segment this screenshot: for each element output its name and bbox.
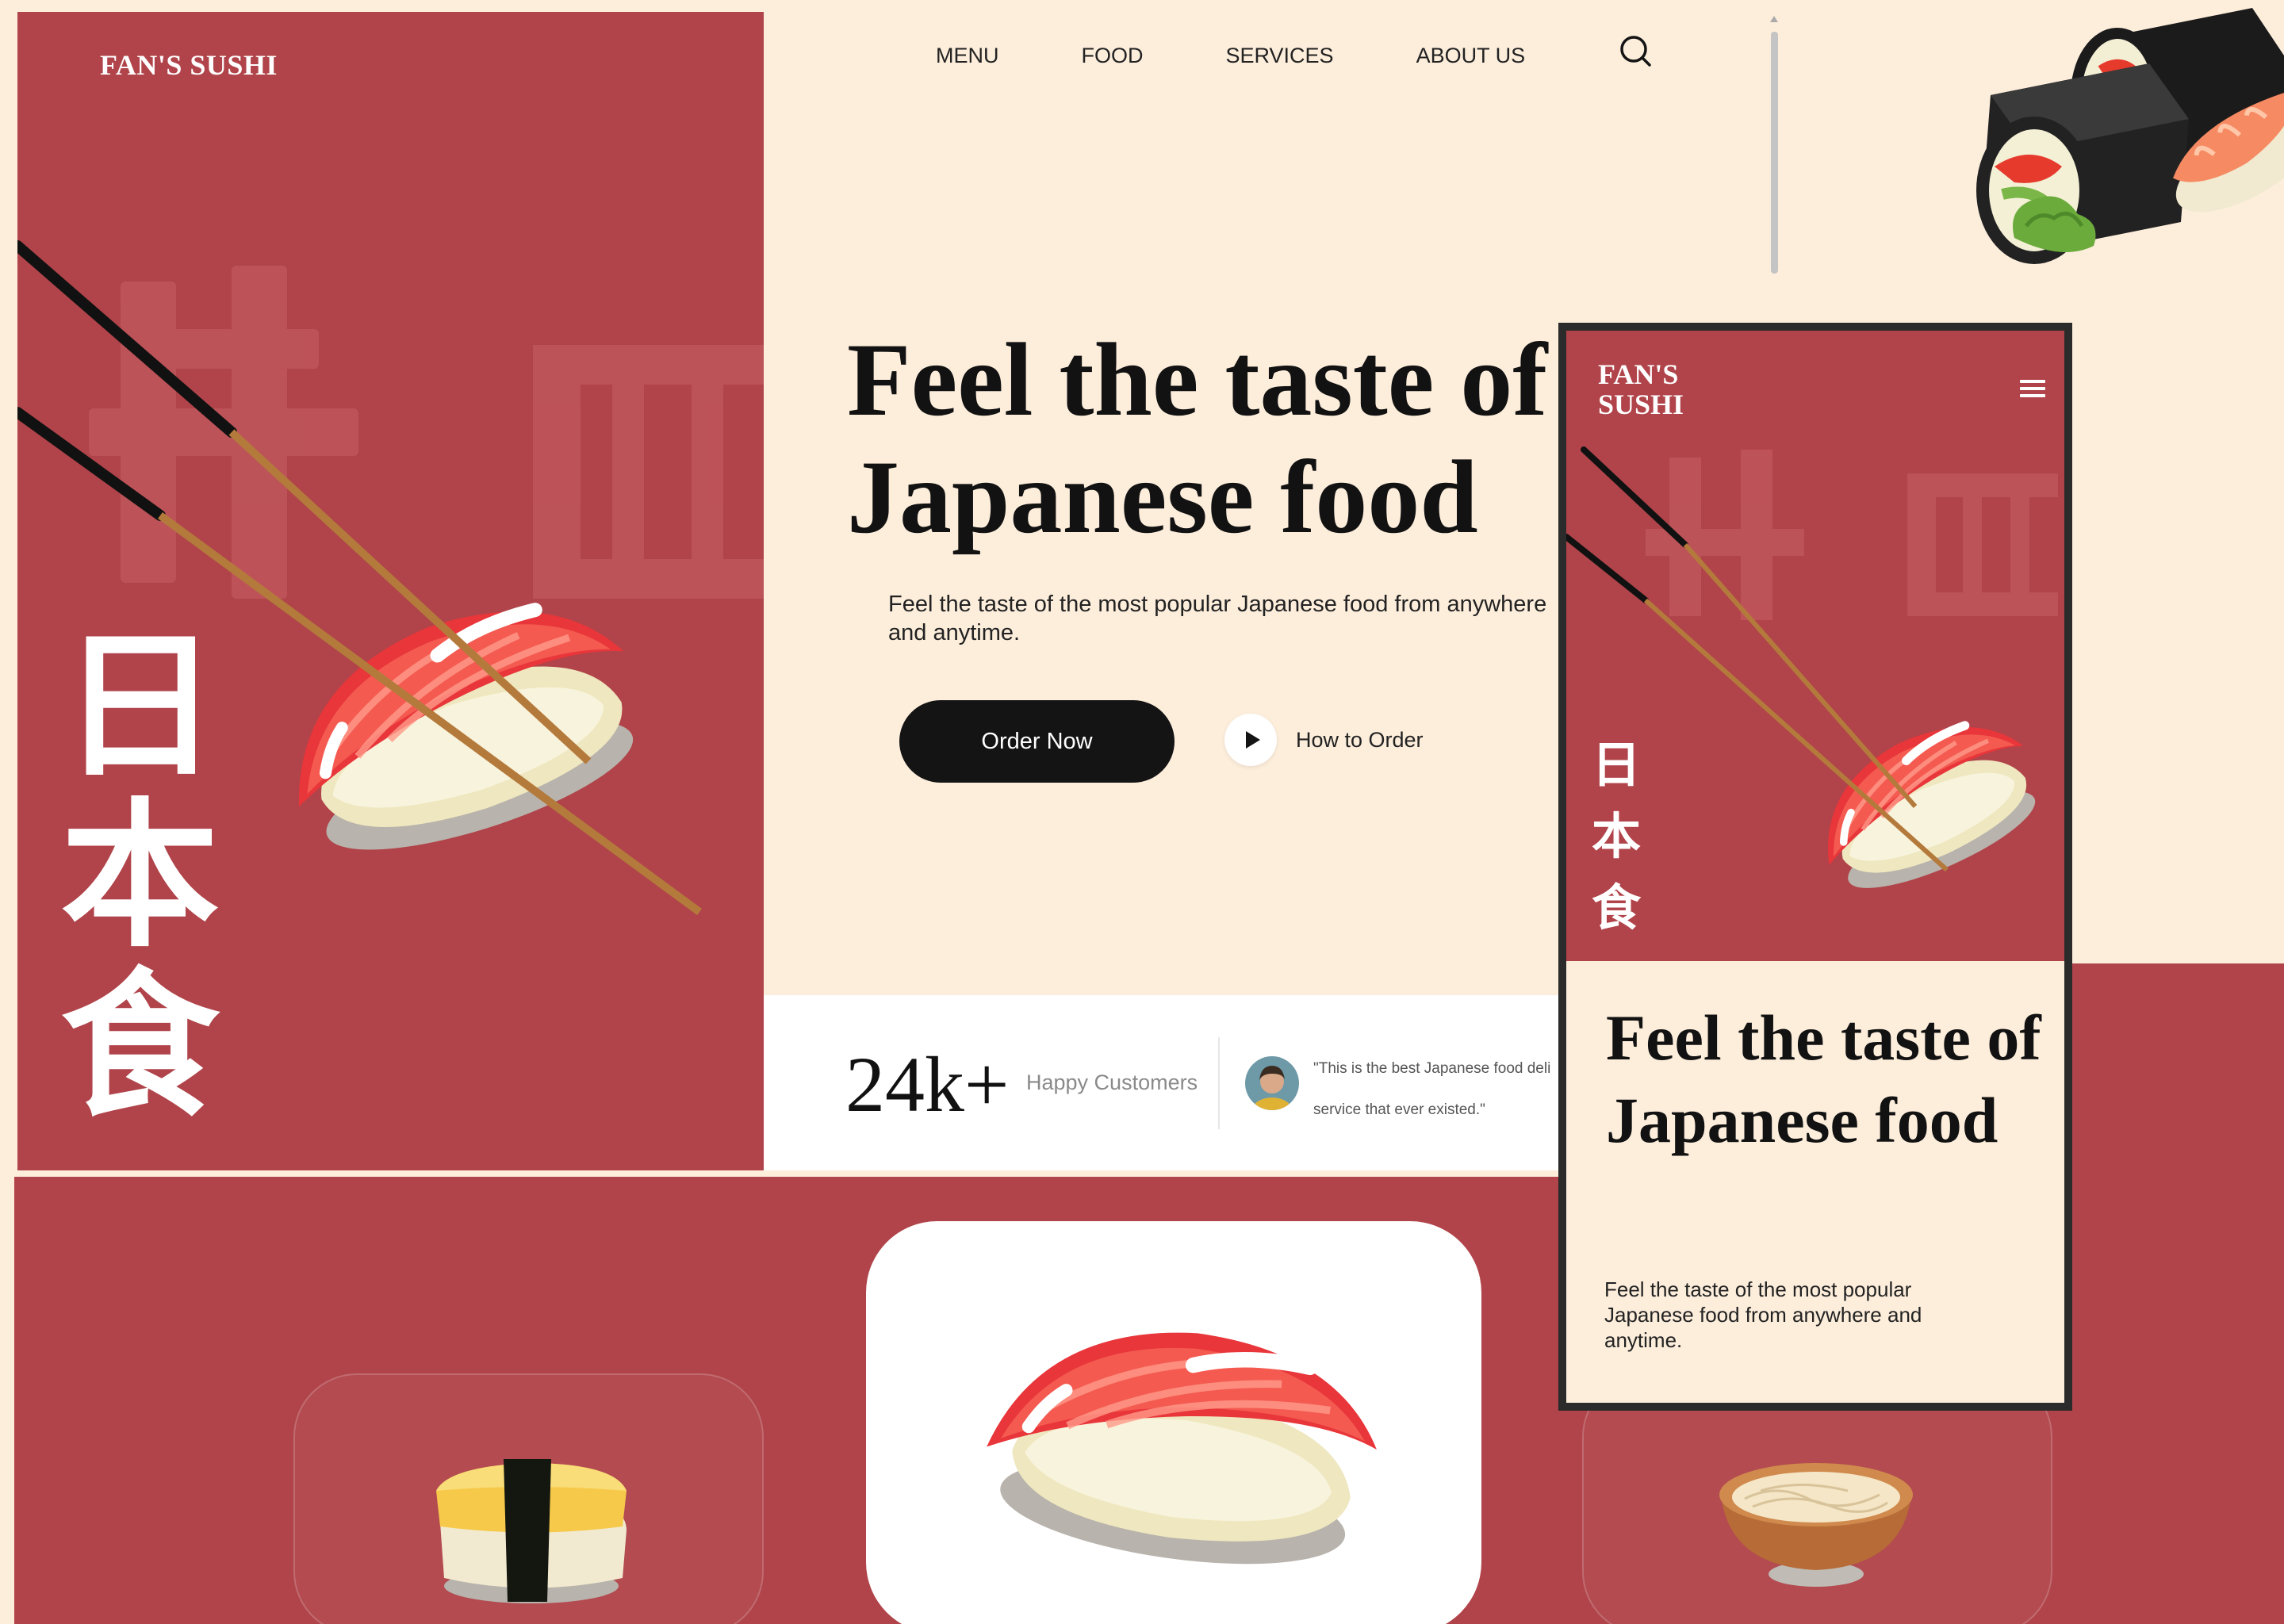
chopsticks-sushi-illustration (1566, 446, 2064, 961)
nav-about-us[interactable]: ABOUT US (1416, 44, 1526, 68)
chopsticks-sushi-illustration (17, 240, 702, 916)
testimonial-quote: "This is the best Japanese food deli ser… (1313, 1048, 1559, 1131)
hero-subtitle: Feel the taste of the most popular Japan… (888, 592, 1547, 645)
tamago-nigiri-image (436, 1459, 627, 1603)
hamburger-icon[interactable] (2020, 380, 2045, 400)
mobile-hero-title: Feel the taste of Japanese food (1606, 1002, 2041, 1156)
how-to-order-label: How to Order (1296, 727, 1424, 752)
main-navigation: MENU FOOD SERVICES ABOUT US (936, 36, 1713, 71)
divider (1218, 1037, 1220, 1129)
play-icon[interactable] (1224, 714, 1277, 766)
mobile-mockup: FAN'S SUSHI 日 本 食 Feel the taste of Japa… (1558, 323, 2072, 1411)
mobile-hero-subtitle: Feel the taste of the most popular Japan… (1604, 1277, 1922, 1352)
divider (17, 1170, 1561, 1174)
customer-count: 24k+ (845, 1040, 1010, 1128)
scrollbar-thumb[interactable] (1771, 32, 1778, 274)
nav-menu[interactable]: MENU (936, 44, 999, 68)
avatar (1245, 1056, 1299, 1110)
order-now-button[interactable]: Order Now (899, 700, 1175, 783)
nav-food[interactable]: FOOD (1082, 44, 1144, 68)
scroll-up-arrow[interactable] (1770, 16, 1778, 22)
mobile-brand-logo[interactable]: FAN'S SUSHI (1598, 359, 1684, 419)
brand-logo[interactable]: FAN'S SUSHI (100, 48, 278, 82)
background-panel (2068, 963, 2284, 1185)
salmon-nigiri-image (975, 1285, 1388, 1586)
brand-line: FAN'S (1598, 358, 1679, 390)
testimonial-line: service that ever existed." (1313, 1101, 1485, 1118)
noodle-bowl-image (1719, 1463, 1913, 1587)
brand-line: SUSHI (1598, 389, 1684, 420)
how-to-order-button[interactable]: How to Order (1224, 714, 1424, 766)
hero-title: Feel the taste of Japanese food (847, 321, 1548, 555)
nav-services[interactable]: SERVICES (1226, 44, 1334, 68)
search-icon[interactable] (1618, 33, 1654, 70)
mobile-hero-panel: FAN'S SUSHI 日 本 食 (1566, 331, 2064, 961)
scrollbar[interactable] (1769, 16, 1780, 274)
testimonial-line: "This is the best Japanese food deli (1313, 1060, 1551, 1077)
sushi-rolls-decoration (1976, 8, 2284, 264)
customer-count-label: Happy Customers (1026, 1071, 1198, 1094)
